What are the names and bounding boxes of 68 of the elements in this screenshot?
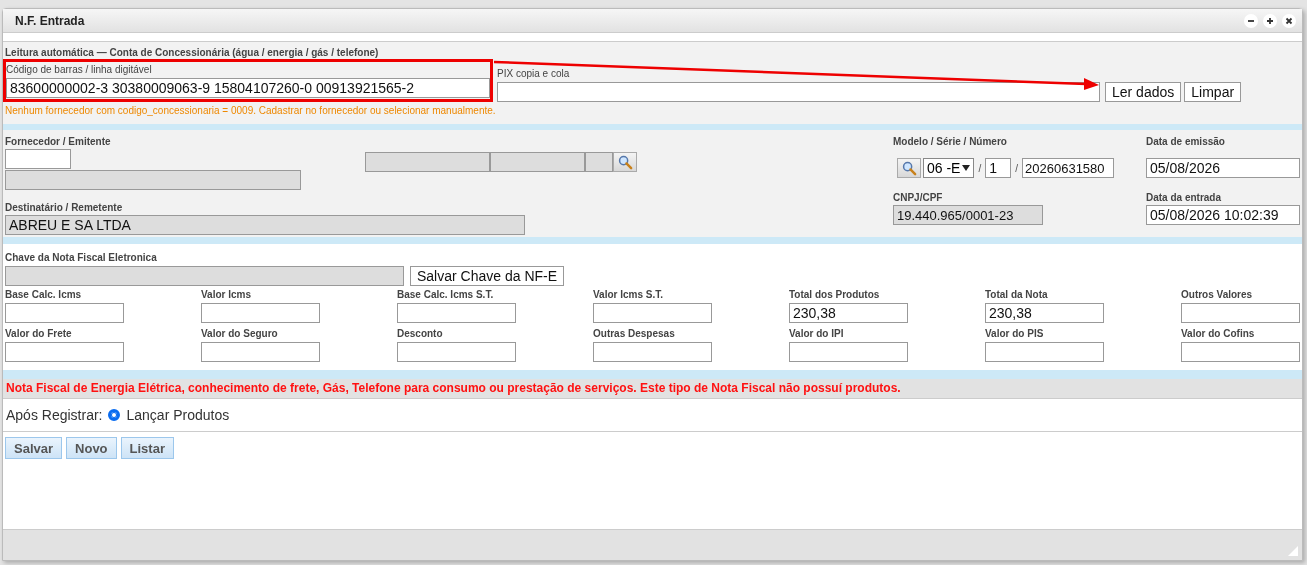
field-label: Valor do IPI [789,328,845,339]
field-label: Chave da Nota Fiscal Eletronica [5,252,158,263]
field-label: Total da Nota [985,289,1049,300]
field-label: Fornecedor / Emitente [5,136,112,147]
field-label: Data da entrada [1146,192,1223,203]
date-field[interactable]: 05/08/2026 10:02:39 [1146,205,1300,225]
option-label: Lançar Produtos [126,407,230,423]
action-button[interactable]: Salvar [5,437,63,459]
pix-field[interactable] [497,82,1100,102]
amount-field[interactable] [985,342,1104,362]
barcode-field[interactable]: 83600000002-3 30380009063-9 15804107260-0 00913921565-2 [6,78,490,98]
field-label: Outras Despesas [593,328,676,339]
field-label: Valor do Cofins [1181,328,1256,339]
supplier-code-field[interactable] [5,149,71,169]
model-select[interactable]: 06 -E [923,158,975,178]
option-label: Após Registrar: [6,407,103,423]
search-button[interactable] [613,152,637,172]
section-heading: Leitura automática — Conta de Concessionária (água / energia / gás / telefone) [4,47,380,58]
field-label: Base Calc. Icms S.T. [397,289,495,300]
amount-field[interactable] [201,303,320,323]
amount-field[interactable] [397,303,516,323]
window-title: N.F. Entrada [15,13,85,28]
resize-grip-icon[interactable] [1288,546,1298,556]
caret-icon [962,165,971,171]
separator-text: / [1015,162,1019,174]
field-label: Desconto [397,328,444,339]
amount-field[interactable]: 230,38 [789,303,908,323]
field-label: PIX copia e cola [497,68,571,80]
maximize-icon[interactable] [1263,13,1277,28]
field-label: Valor Icms [201,289,253,300]
field-label: Código de barras / linha digitável [6,64,153,76]
nfe-key-field[interactable] [5,266,404,286]
amount-field[interactable] [397,342,516,362]
date-field[interactable]: 05/08/2026 [1146,158,1300,178]
amount-field[interactable] [5,303,124,323]
field-label: Valor do Seguro [201,328,279,339]
field-label: Total dos Produtos [789,289,881,300]
warning-message: Nenhum fornecedor com codigo_concessionaria = 0009. Cadastrar no fornecedor ou selecionar manualmente. [4,105,497,116]
save-key-button[interactable]: Salvar Chave da NF-E [410,266,565,286]
amount-field[interactable] [593,303,712,323]
number-field[interactable]: 20260631580 [1022,158,1115,178]
field-label: Base Calc. Icms [5,289,83,300]
field-label: CNPJ/CPF [893,192,944,203]
amount-field[interactable] [789,342,908,362]
amount-field[interactable]: 230,38 [985,303,1104,323]
field-label: Outros Valores [1181,289,1254,300]
field-label: Valor do Frete [5,328,73,339]
field-label: Data de emissão [1146,136,1226,147]
action-button[interactable]: Novo [66,437,117,459]
field-label: Modelo / Série / Número [893,136,1008,147]
amount-field[interactable] [1181,303,1300,323]
amount-field[interactable] [1181,342,1300,362]
field-label: Valor do PIS [985,328,1045,339]
separator-text: / [978,162,982,174]
close-icon[interactable] [1282,13,1296,28]
amount-field[interactable] [5,342,124,362]
radio-button[interactable] [108,409,121,421]
field-label: Destinatário / Remetente [5,202,124,213]
minimize-icon[interactable] [1244,13,1258,28]
form-button[interactable]: Ler dados [1105,82,1182,102]
search-button[interactable] [897,158,921,178]
notice-message: Nota Fiscal de Energia Elétrica, conhecimento de frete, Gás, Telefone para consumo ou prestação de serviços. Este tipo de Nota Fiscal não possuí produtos. [6,381,901,395]
amount-field[interactable] [201,342,320,362]
form-button[interactable]: Limpar [1184,82,1242,102]
field-label: Valor Icms S.T. [593,289,665,300]
series-field[interactable]: 1 [985,158,1012,178]
amount-field[interactable] [593,342,712,362]
action-button[interactable]: Listar [120,437,174,459]
